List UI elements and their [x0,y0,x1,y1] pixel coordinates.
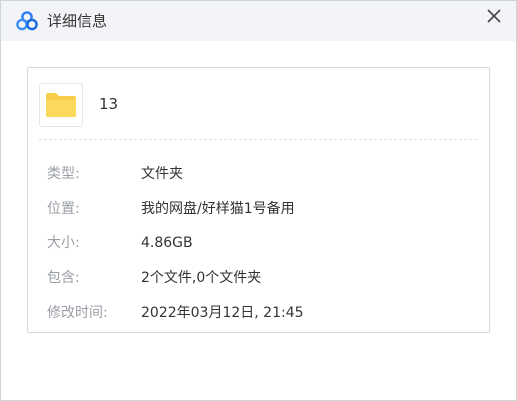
type-value: 文件夹 [141,166,183,182]
baidu-netdisk-logo-icon [16,11,38,31]
file-name: 13 [99,95,119,113]
close-icon[interactable] [483,5,505,27]
divider [39,139,477,140]
detail-row-type: 类型: 文件夹 [47,164,477,184]
detail-row-size: 大小: 4.86GB [47,233,477,253]
contains-label: 包含: [47,270,80,286]
modified-time-value: 2022年03月12日, 21:45 [141,305,304,321]
dialog-title: 详细信息 [47,12,108,30]
folder-icon [39,83,83,127]
location-label: 位置: [47,201,80,217]
detail-row-contains: 包含: 2个文件,0个文件夹 [47,268,477,288]
details-card: 13 类型: 文件夹 位置: 我的网盘/好样猫1号备用 大小: 4.86GB 包… [27,67,490,333]
size-value: 4.86GB [141,235,193,251]
size-label: 大小: [47,235,80,251]
details-dialog: 详细信息 13 类型: 文件夹 位置: 我的网盘/好样猫1号备用 大小: 4.8… [0,0,517,401]
type-label: 类型: [47,166,80,182]
location-value: 我的网盘/好样猫1号备用 [141,201,295,217]
contains-value: 2个文件,0个文件夹 [141,270,262,286]
detail-row-location: 位置: 我的网盘/好样猫1号备用 [47,199,477,219]
detail-row-modified: 修改时间: 2022年03月12日, 21:45 [47,303,477,323]
modified-time-label: 修改时间: [47,305,108,321]
title-bar: 详细信息 [1,1,516,41]
